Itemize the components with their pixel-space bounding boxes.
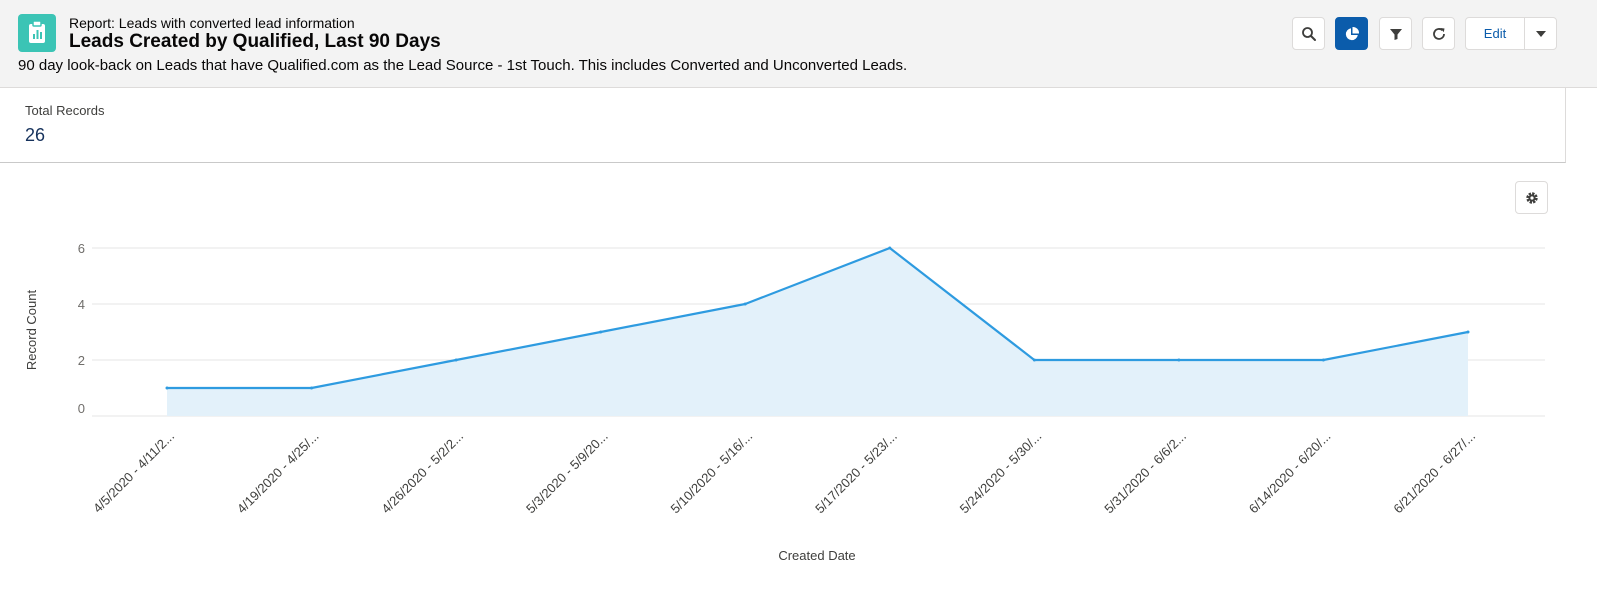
- x-tick-label: 4/26/2020 - 5/2/2...: [378, 429, 466, 517]
- edit-button-group: Edit: [1465, 17, 1557, 50]
- data-point: [165, 386, 169, 390]
- filter-icon: [1389, 28, 1402, 40]
- y-axis-title: Record Count: [24, 290, 39, 371]
- x-tick-label: 5/3/2020 - 5/9/20...: [523, 429, 611, 517]
- x-tick-label: 6/14/2020 - 6/20/...: [1246, 429, 1334, 517]
- report-icon: [18, 14, 56, 52]
- y-tick-label: 0: [78, 401, 85, 416]
- filter-button[interactable]: [1379, 17, 1412, 50]
- data-point: [888, 246, 892, 250]
- report-description: 90 day look-back on Leads that have Qual…: [18, 57, 908, 74]
- chevron-down-icon: [1535, 30, 1546, 37]
- area-fill: [167, 248, 1468, 416]
- x-tick-label: 5/31/2020 - 6/6/2...: [1101, 429, 1189, 517]
- search-button[interactable]: [1292, 17, 1325, 50]
- x-tick-label: 4/19/2020 - 4/25/...: [234, 429, 322, 517]
- data-point: [1321, 358, 1325, 362]
- y-tick-label: 6: [78, 241, 85, 256]
- search-icon: [1301, 26, 1316, 41]
- data-point: [743, 302, 747, 306]
- x-tick-label: 4/5/2020 - 4/11/2...: [90, 429, 177, 516]
- data-point: [454, 358, 458, 362]
- report-type: Report: Leads with converted lead inform…: [69, 15, 355, 31]
- data-point: [1177, 358, 1181, 362]
- chart-toggle-button[interactable]: [1335, 17, 1368, 50]
- x-tick-label: 5/24/2020 - 5/30/...: [957, 429, 1045, 517]
- refresh-icon: [1432, 27, 1445, 40]
- data-point: [1032, 358, 1036, 362]
- report-header: Report: Leads with converted lead inform…: [0, 0, 1597, 88]
- y-tick-label: 2: [78, 353, 85, 368]
- refresh-button[interactable]: [1422, 17, 1455, 50]
- data-point: [599, 330, 603, 334]
- edit-button[interactable]: Edit: [1466, 18, 1525, 49]
- pie-chart-icon: [1345, 26, 1359, 40]
- edit-menu-button[interactable]: [1525, 18, 1556, 49]
- y-tick-label: 4: [78, 297, 85, 312]
- x-axis-title: Created Date: [778, 548, 855, 563]
- x-tick-label: 5/17/2020 - 5/23/...: [812, 429, 900, 517]
- line-chart: 0 2 4 6 4/5/2020 - 4/11/2... 4/19/2020 - 4/25…: [24, 241, 1545, 563]
- x-tick-label: 6/21/2020 - 6/27/...: [1390, 429, 1478, 517]
- total-records-label: Total Records: [25, 103, 105, 118]
- total-records-value: 26: [25, 125, 46, 145]
- page-title: Leads Created by Qualified, Last 90 Days: [69, 31, 441, 52]
- data-point: [1466, 330, 1470, 334]
- summary-panel: Total Records 26: [0, 88, 1566, 163]
- x-tick-label: 5/10/2020 - 5/16/...: [668, 429, 756, 517]
- data-point: [310, 386, 314, 390]
